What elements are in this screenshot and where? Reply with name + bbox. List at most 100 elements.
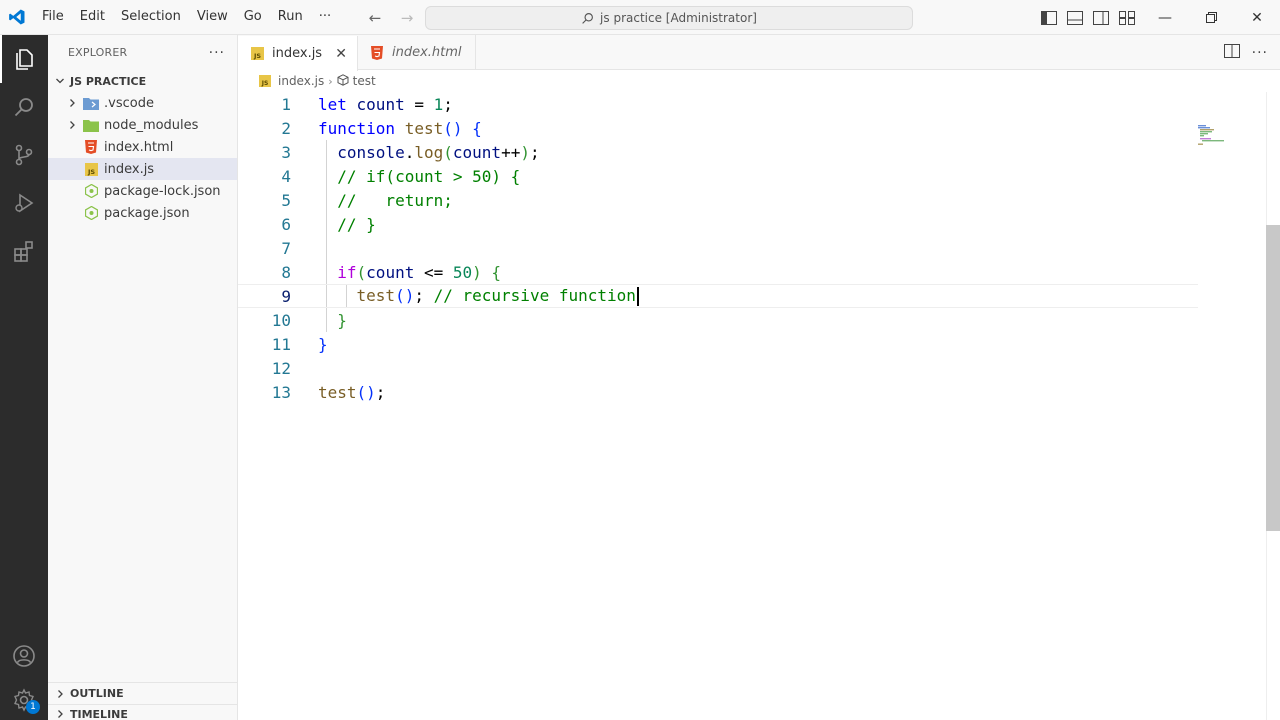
outline-section[interactable]: OUTLINE: [48, 682, 238, 704]
line-number: 10: [271, 310, 291, 330]
js-file-icon: JS: [248, 46, 266, 62]
explorer-icon[interactable]: [0, 35, 48, 83]
line-number: 7: [281, 238, 291, 258]
settings-badge: 1: [26, 700, 40, 714]
chevron-right-icon: [66, 97, 78, 109]
code-text: console.log(count++);: [318, 142, 540, 162]
timeline-section[interactable]: TIMELINE: [48, 704, 238, 720]
split-editor-icon[interactable]: [1223, 43, 1240, 62]
line-number: 3: [281, 142, 291, 162]
tree-file-index-html[interactable]: index.html: [48, 136, 237, 158]
breadcrumb: JS index.js › test: [238, 70, 1280, 92]
breadcrumb-file[interactable]: index.js: [278, 74, 324, 88]
tree-file-package-json[interactable]: package.json: [48, 202, 237, 224]
code-line: 8 if(count <= 50) {: [238, 260, 1198, 284]
line-number: 2: [281, 118, 291, 138]
menu-run[interactable]: Run: [270, 5, 311, 29]
menu-selection[interactable]: Selection: [113, 5, 189, 29]
svg-text:JS: JS: [252, 52, 260, 60]
source-control-icon[interactable]: [0, 131, 48, 179]
explorer-more-icon[interactable]: ···: [209, 45, 225, 61]
search-icon: [582, 12, 593, 24]
tab-index-html[interactable]: index.html: [358, 35, 476, 70]
code-text: let count = 1;: [318, 94, 453, 114]
code-comment: // }: [318, 214, 376, 234]
svg-text:JS: JS: [86, 168, 94, 176]
code-line: 5 // return;: [238, 188, 1198, 212]
code-line: 12: [238, 356, 1198, 380]
breadcrumb-symbol[interactable]: test: [353, 74, 376, 88]
command-center[interactable]: js practice [Administrator]: [425, 6, 913, 30]
menu-view[interactable]: View: [189, 5, 236, 29]
tree-file-index-js[interactable]: JS index.js: [48, 158, 237, 180]
command-center-label: js practice [Administrator]: [600, 11, 757, 25]
project-section-header[interactable]: JS PRACTICE: [48, 70, 237, 92]
line-number: 6: [281, 214, 291, 234]
menu-go[interactable]: Go: [236, 5, 270, 29]
sidebar-bottom-sections: OUTLINE TIMELINE: [48, 682, 238, 720]
editor-actions: ···: [1223, 35, 1280, 70]
accounts-icon[interactable]: [0, 632, 48, 680]
code-line: 13 test();: [238, 380, 1198, 404]
text-cursor: [636, 287, 639, 306]
npm-file-icon: [82, 183, 100, 199]
toggle-secondary-sidebar-icon[interactable]: [1092, 9, 1110, 27]
project-name: JS PRACTICE: [70, 74, 147, 88]
editor-more-icon[interactable]: ···: [1252, 45, 1268, 61]
timeline-label: TIMELINE: [70, 708, 128, 720]
svg-text:JS: JS: [261, 80, 269, 87]
html-file-icon: [82, 139, 100, 155]
vscode-folder-icon: [82, 95, 100, 111]
outline-label: OUTLINE: [70, 687, 124, 700]
back-arrow-icon[interactable]: ←: [366, 9, 384, 27]
tree-folder-vscode[interactable]: .vscode: [48, 92, 237, 114]
run-debug-icon[interactable]: [0, 179, 48, 227]
search-icon[interactable]: [0, 83, 48, 131]
minimize-icon[interactable]: —: [1142, 0, 1188, 35]
code-line: 1 let count = 1;: [238, 92, 1198, 116]
toggle-primary-sidebar-icon[interactable]: [1040, 9, 1058, 27]
chevron-right-icon: [54, 708, 66, 720]
tree-folder-node-modules[interactable]: node_modules: [48, 114, 237, 136]
menu-file[interactable]: File: [34, 5, 72, 29]
explorer-header: EXPLORER ···: [48, 35, 237, 70]
activity-bar-bottom: 1: [0, 632, 48, 720]
title-bar: File Edit Selection View Go Run ··· ← → …: [0, 0, 1280, 35]
tab-index-js[interactable]: JS index.js ✕: [238, 36, 358, 71]
tree-file-label: index.html: [104, 139, 174, 155]
tree-file-package-lock-json[interactable]: package-lock.json: [48, 180, 237, 202]
customize-layout-icon[interactable]: [1118, 9, 1136, 27]
menu-more[interactable]: ···: [311, 5, 339, 29]
tree-folder-label: .vscode: [104, 95, 154, 111]
tree-file-label: package-lock.json: [104, 183, 221, 199]
tree-folder-label: node_modules: [104, 117, 199, 133]
tab-label: index.html: [392, 45, 462, 60]
code-line: 6 // }: [238, 212, 1198, 236]
chevron-right-icon: [54, 688, 66, 700]
code-text: }: [318, 334, 328, 354]
navigation-arrows: ← →: [366, 0, 416, 35]
html-file-icon: [368, 45, 386, 61]
settings-gear-icon[interactable]: 1: [0, 680, 48, 720]
editor-tabs: JS index.js ✕ index.html ···: [238, 35, 1280, 71]
code-line: 3 console.log(count++);: [238, 140, 1198, 164]
close-window-icon[interactable]: ✕: [1234, 0, 1280, 35]
line-number: 4: [281, 166, 291, 186]
code-editor[interactable]: 1 let count = 1; 2 function test() { 3 c…: [238, 92, 1280, 720]
forward-arrow-icon[interactable]: →: [398, 9, 416, 27]
close-icon[interactable]: ✕: [335, 46, 347, 62]
code-comment: // return;: [318, 190, 453, 210]
tab-label: index.js: [272, 46, 323, 61]
toggle-panel-icon[interactable]: [1066, 9, 1084, 27]
minimap[interactable]: [1198, 125, 1228, 145]
restore-icon[interactable]: [1188, 0, 1234, 35]
code-line: 11 }: [238, 332, 1198, 356]
extensions-icon[interactable]: [0, 227, 48, 275]
chevron-down-icon: [54, 75, 66, 87]
scrollbar-thumb[interactable]: [1266, 225, 1280, 531]
node-folder-icon: [82, 117, 100, 133]
menu-edit[interactable]: Edit: [72, 5, 113, 29]
menu-bar: File Edit Selection View Go Run ···: [34, 0, 339, 35]
line-number: 5: [281, 190, 291, 210]
npm-file-icon: [82, 205, 100, 221]
